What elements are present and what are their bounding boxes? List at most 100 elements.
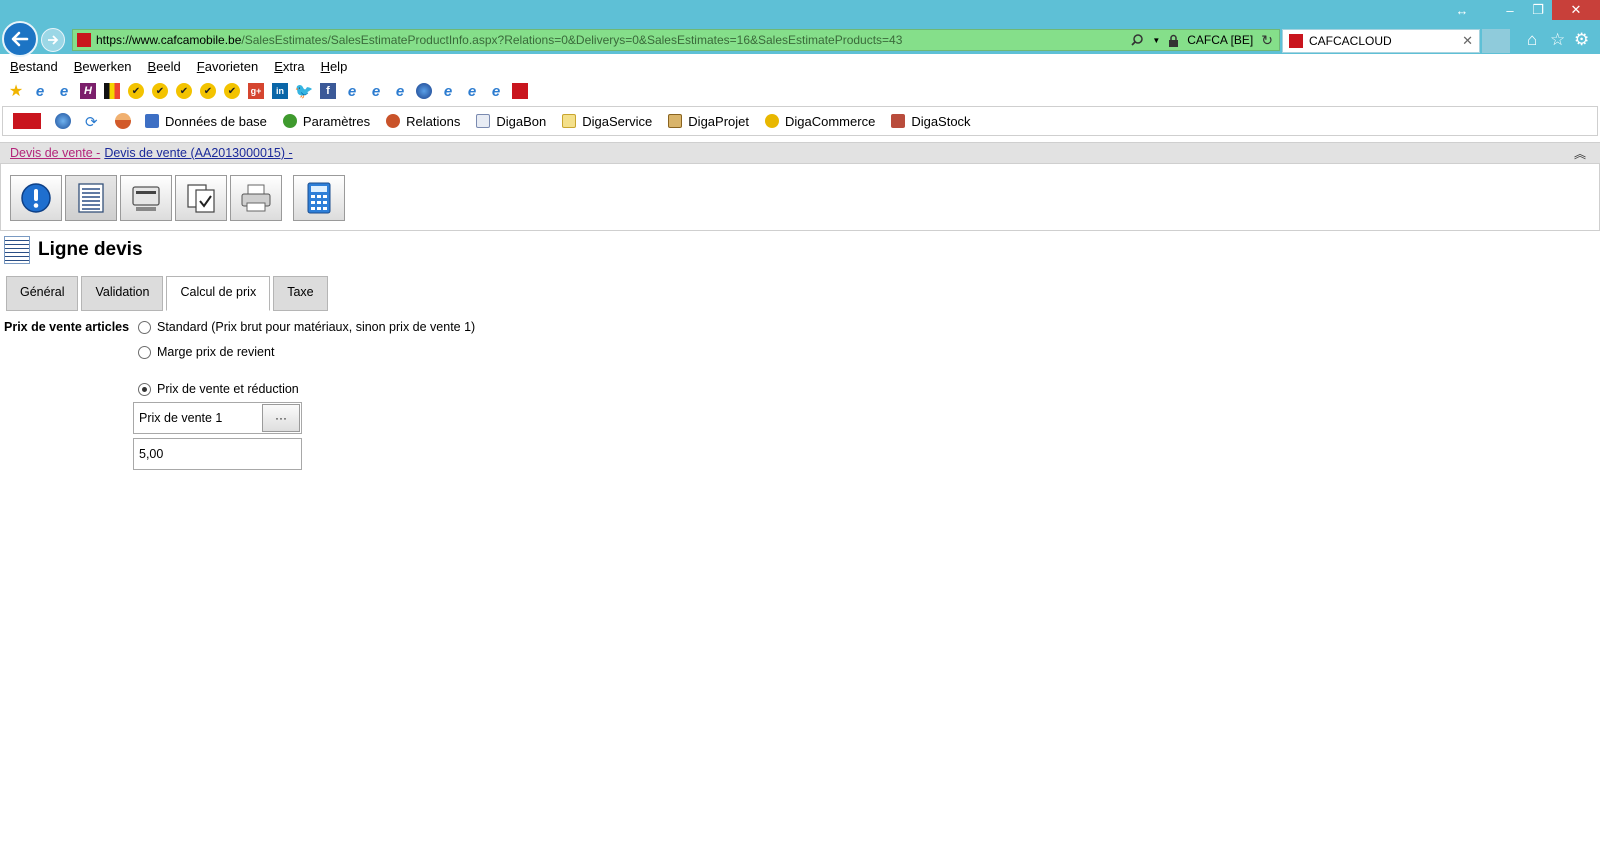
google-plus-icon[interactable]: g+ xyxy=(248,83,264,99)
cafca-logo-icon[interactable] xyxy=(512,83,528,99)
app-menu-digastock[interactable]: DigaStock xyxy=(891,114,971,129)
option-marge-prix-de-revient[interactable]: Marge prix de revient xyxy=(138,345,274,359)
back-button[interactable] xyxy=(2,21,38,57)
twitter-icon[interactable]: 🐦 xyxy=(295,83,314,100)
print-button[interactable] xyxy=(230,175,282,221)
globe-icon[interactable] xyxy=(416,83,432,99)
ie-page-icon[interactable]: e xyxy=(464,83,480,100)
yellow-badge-icon[interactable]: ✔ xyxy=(152,83,168,99)
option-label: Standard (Prix brut pour matériaux, sino… xyxy=(157,320,476,334)
yellow-badge-icon[interactable]: ✔ xyxy=(200,83,216,99)
radio-standard[interactable] xyxy=(138,320,151,334)
discount-input[interactable]: 5,00 xyxy=(133,438,302,470)
gear-icon[interactable]: ⚙ xyxy=(1574,30,1589,50)
option-label: Prix de vente et réduction xyxy=(157,382,299,396)
site-identity[interactable]: CAFCA [BE] xyxy=(1187,33,1253,47)
arrow-left-icon xyxy=(11,31,29,47)
search-icon[interactable] xyxy=(1130,33,1144,47)
menu-beeld[interactable]: Beeld xyxy=(148,59,181,74)
linkedin-icon[interactable]: in xyxy=(272,83,288,99)
app-menu-donnees-de-base[interactable]: Données de base xyxy=(145,114,267,129)
option-prix-de-vente-et-reduction[interactable]: Prix de vente et réduction xyxy=(138,382,299,396)
radio-prix-de-vente-et-reduction[interactable] xyxy=(138,382,151,396)
tab-strip: Général Validation Calcul de prix Taxe xyxy=(6,276,331,311)
app-menu-digaprojet[interactable]: DigaProjet xyxy=(668,114,749,129)
app-menu-digaservice[interactable]: DigaService xyxy=(562,114,652,129)
yellow-badge-icon[interactable]: ✔ xyxy=(128,83,144,99)
menu-favorieten[interactable]: Favorieten xyxy=(197,59,258,74)
refresh-icon[interactable]: ↻ xyxy=(1261,32,1273,49)
app-menu-digacommerce[interactable]: DigaCommerce xyxy=(765,114,875,129)
url-path: /SalesEstimates/SalesEstimateProductInfo… xyxy=(241,33,903,47)
address-bar[interactable]: https://www.cafcamobile.be/SalesEstimate… xyxy=(72,29,1280,51)
ie-page-icon[interactable]: e xyxy=(56,83,72,100)
project-icon xyxy=(668,114,683,128)
belgium-flag-icon[interactable] xyxy=(104,83,120,99)
discount-value: 5,00 xyxy=(139,447,164,461)
ie-page-icon[interactable]: e xyxy=(32,83,48,100)
breadcrumb-link-sales-estimate[interactable]: Devis de vente (AA2013000015) - xyxy=(104,146,292,160)
menu-bewerken[interactable]: Bewerken xyxy=(74,59,132,74)
resize-arrows-icon[interactable]: ↔ xyxy=(1444,0,1480,20)
option-standard[interactable]: Standard (Prix brut pour matériaux, sino… xyxy=(138,320,475,334)
sync-icon[interactable]: ⟳ xyxy=(85,113,101,131)
app-menu-label: DigaCommerce xyxy=(785,113,876,129)
tab-validation[interactable]: Validation xyxy=(81,276,164,311)
app-menu-label: Relations xyxy=(406,113,461,129)
ie-page-icon[interactable]: e xyxy=(392,83,408,100)
validate-documents-button[interactable] xyxy=(175,175,227,221)
ie-page-icon[interactable]: e xyxy=(440,83,456,100)
new-tab-button[interactable] xyxy=(1482,29,1510,53)
restore-button[interactable]: ❐ xyxy=(1520,0,1556,20)
cafca-logo[interactable] xyxy=(13,113,41,129)
menu-help[interactable]: Help xyxy=(321,59,348,74)
details-button[interactable] xyxy=(65,175,117,221)
app-menu-label: Paramètres xyxy=(302,113,371,129)
browser-title-bar: https://www.cafcamobile.be/SalesEstimate… xyxy=(0,0,1600,57)
page-heading: Ligne devis xyxy=(4,236,143,264)
info-button[interactable] xyxy=(10,175,62,221)
app-menu-parametres[interactable]: Paramètres xyxy=(282,113,371,129)
arrow-right-icon xyxy=(48,35,59,45)
dropdown-arrow-icon[interactable]: ▼ xyxy=(1152,36,1160,45)
tab-calcul-de-prix[interactable]: Calcul de prix xyxy=(166,276,271,311)
app-menu-label: Données de base xyxy=(165,113,267,129)
radio-marge-prix-de-revient[interactable] xyxy=(138,345,151,359)
calculator-icon xyxy=(307,182,331,214)
tab-general[interactable]: Général xyxy=(6,276,79,311)
menu-bar: Bestand Bewerken Beeld Favorieten Extra … xyxy=(0,56,1600,76)
app-menu-relations[interactable]: Relations xyxy=(386,114,460,129)
lined-document-icon xyxy=(4,236,30,264)
menu-bestand[interactable]: Bestand xyxy=(10,59,58,74)
app-toolbar: ⟳ Données de base Paramètres Relations D… xyxy=(2,106,1598,136)
ie-page-icon[interactable]: e xyxy=(488,83,504,100)
breadcrumb-link-sales-estimates[interactable]: Devis de vente - xyxy=(10,146,100,160)
home-icon[interactable]: ⌂ xyxy=(1527,30,1537,50)
facebook-icon[interactable]: f xyxy=(320,83,336,99)
ie-page-icon[interactable]: e xyxy=(344,83,360,100)
collapse-up-icon[interactable]: ︽ xyxy=(1574,145,1586,162)
add-favorite-icon[interactable]: ★ xyxy=(8,83,24,100)
site-favicon-icon xyxy=(77,33,91,47)
tab-favicon-icon xyxy=(1289,34,1303,48)
card-reader-button[interactable] xyxy=(120,175,172,221)
yellow-badge-icon[interactable]: ✔ xyxy=(224,83,240,99)
ellipsis-picker-button[interactable]: ··· xyxy=(262,404,300,432)
calculator-button[interactable] xyxy=(293,175,345,221)
menu-extra[interactable]: Extra xyxy=(274,59,304,74)
h-logo-icon[interactable]: H xyxy=(80,83,96,99)
close-tab-icon[interactable]: ✕ xyxy=(1462,33,1473,49)
user-icon[interactable] xyxy=(115,113,131,129)
price-list-field[interactable]: Prix de vente 1 ··· xyxy=(133,402,302,434)
favorites-star-icon[interactable]: ☆ xyxy=(1550,30,1565,50)
browser-tab[interactable]: CAFCACLOUD ✕ xyxy=(1282,29,1480,53)
ie-page-icon[interactable]: e xyxy=(368,83,384,100)
globe-icon[interactable] xyxy=(55,113,71,129)
close-window-button[interactable]: ✕ xyxy=(1552,0,1600,20)
app-menu-digabon[interactable]: DigaBon xyxy=(476,114,546,129)
tab-title: CAFCACLOUD xyxy=(1309,34,1392,48)
tab-taxe[interactable]: Taxe xyxy=(273,276,328,311)
favorites-bar: ★ e e H ✔ ✔ ✔ ✔ ✔ g+ in 🐦 f e e e e e e xyxy=(0,80,1600,102)
forward-button[interactable] xyxy=(41,28,65,52)
yellow-badge-icon[interactable]: ✔ xyxy=(176,83,192,99)
